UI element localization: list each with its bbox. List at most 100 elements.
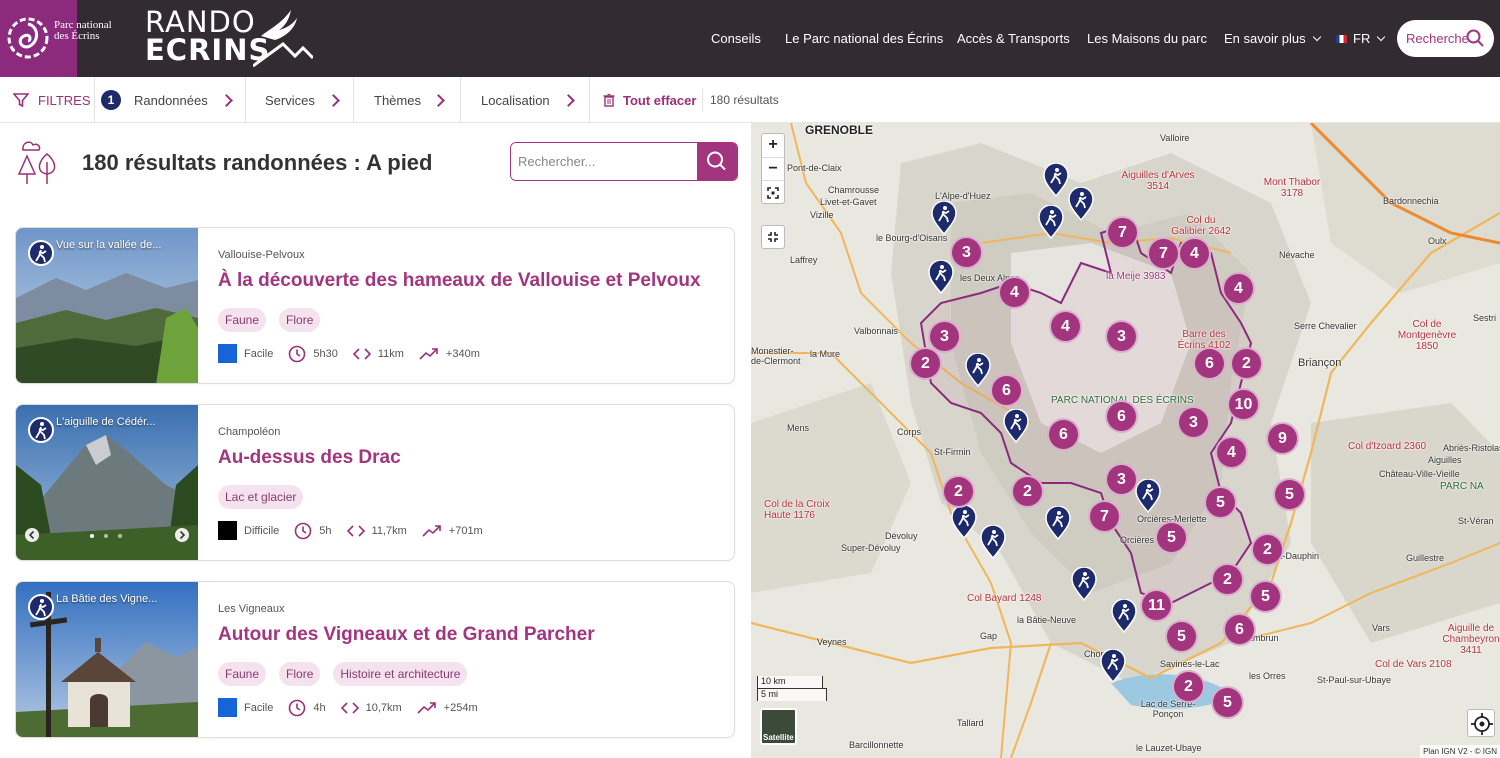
chevron-right-icon [562,93,575,107]
map-cluster-marker[interactable]: 6 [990,374,1023,407]
hiker-pin-icon[interactable] [1037,205,1065,239]
duration-label: 5h30 [313,347,338,360]
map-cluster-marker[interactable]: 4 [1222,272,1255,305]
hiker-pin-icon[interactable] [1070,567,1098,601]
map-cluster-marker[interactable]: 3 [1105,463,1138,496]
map-cluster-marker[interactable]: 9 [1266,422,1299,455]
map-cluster-marker[interactable]: 7 [1106,216,1139,249]
rando-ecrins-logo[interactable]: RANDO ECRINS [145,5,313,68]
fullscreen-button[interactable] [761,225,785,249]
trek-title[interactable]: Au-dessus des Drac [218,447,401,469]
elevation-icon [419,347,438,360]
map-cluster-marker[interactable]: 7 [1088,500,1121,533]
hiker-pin-icon[interactable] [1099,649,1127,683]
map-cluster-marker[interactable]: 2 [1211,563,1244,596]
satellite-toggle[interactable]: Satellite [760,708,797,745]
elevation-label: +340m [445,347,480,360]
trek-title[interactable]: À la découverte des hameaux de Vallouise… [218,270,701,292]
fit-bounds-button[interactable] [762,181,784,205]
map-cluster-marker[interactable]: 6 [1193,347,1226,380]
results-search-input[interactable] [511,143,699,180]
trek-location: Champoléon [218,426,281,438]
carousel-prev-button[interactable] [25,528,39,542]
carousel-next-button[interactable] [175,528,189,542]
map-place-label: Tallard [957,718,984,728]
results-search-button[interactable] [697,143,737,180]
filter-themes[interactable]: Thèmes [374,77,454,123]
trek-card[interactable]: Vue sur la vallée de... Vallouise-Pelvou… [15,227,735,384]
map-cluster-marker[interactable]: 10 [1227,388,1260,421]
locate-me-button[interactable] [1467,709,1495,737]
tag: Faune [218,662,267,686]
map-view[interactable]: GRENOBLE Pont-de-Claix Chamrousse Livet-… [751,123,1500,758]
map-place-label: Névache [1279,250,1315,260]
map-cluster-marker[interactable]: 5 [1155,521,1188,554]
trash-icon [603,93,615,107]
map-cluster-marker[interactable]: 3 [1105,320,1138,353]
filters-toggle[interactable]: FILTRES [13,77,91,123]
map-cluster-marker[interactable]: 3 [950,236,983,269]
hiker-pin-icon[interactable] [979,525,1007,559]
hiker-pin-icon[interactable] [927,260,955,294]
map-cluster-marker[interactable]: 6 [1223,613,1256,646]
hiker-pin-icon[interactable] [1002,409,1030,443]
map-cluster-marker[interactable]: 5 [1249,580,1282,613]
map-cluster-marker[interactable]: 3 [1177,406,1210,439]
trek-meta: Difficile 5h 11,7km +701m [218,521,483,540]
filter-services[interactable]: Services [265,77,345,123]
brand-line1: RANDO [145,5,256,39]
nav-conseils[interactable]: Conseils [711,31,761,46]
filter-count-badge: 1 [101,90,121,110]
header-search-button[interactable]: Recherche [1397,20,1494,57]
zoom-in-button[interactable]: + [762,134,784,158]
filter-services-label: Services [265,92,315,108]
nav-en-savoir-plus[interactable]: En savoir plus [1224,31,1321,46]
filter-icon [13,93,29,108]
trek-card[interactable]: La Bâtie des Vigne... Les Vigneaux Autou… [15,581,735,738]
map-cluster-marker[interactable]: 2 [909,347,942,380]
hiker-pin-icon[interactable] [950,505,978,539]
hiker-pin-icon[interactable] [1067,187,1095,221]
chevron-right-icon [179,530,186,540]
hiker-pin-icon[interactable] [964,353,992,387]
map-cluster-marker[interactable]: 5 [1273,478,1306,511]
map-cluster-marker[interactable]: 4 [998,276,1031,309]
filter-localisation[interactable]: Localisation [481,77,581,123]
clear-all-button[interactable]: Tout effacer [603,77,696,123]
nav-acces-transports[interactable]: Accès & Transports [957,31,1070,46]
map-cluster-marker[interactable]: 5 [1165,620,1198,653]
map-cluster-marker[interactable]: 2 [1172,670,1205,703]
map-cluster-marker[interactable]: 4 [1215,436,1248,469]
map-cluster-marker[interactable]: 2 [1251,533,1284,566]
map-place-label: Guillestre [1406,553,1445,563]
trek-title[interactable]: Autour des Vigneaux et de Grand Parcher [218,624,595,646]
clock-icon [289,345,306,362]
map-cluster-marker[interactable]: 6 [1047,418,1080,451]
hiker-pin-icon[interactable] [930,201,958,235]
language-selector[interactable]: FR [1336,31,1386,46]
nav-maisons-du-parc[interactable]: Les Maisons du parc [1087,31,1207,46]
zoom-out-button[interactable]: − [762,158,784,182]
filter-bar: FILTRES 1 Randonnées Services Thèmes Loc… [0,77,1500,123]
filter-randonnees[interactable]: 1 Randonnées [101,77,239,123]
hiker-pin-icon[interactable] [1042,163,1070,197]
map-cluster-marker[interactable]: 4 [1049,310,1082,343]
map-cluster-marker[interactable]: 2 [942,475,975,508]
map-cluster-marker[interactable]: 7 [1147,237,1180,270]
map-cluster-marker[interactable]: 5 [1211,686,1244,719]
scale-mi: 5 mi [757,688,827,701]
result-count: 180 résultats [710,93,779,107]
trek-card[interactable]: L'aiguille de Cédér... Champoléon Au-des… [15,404,735,561]
nav-parc-national[interactable]: Le Parc national des Écrins [785,31,943,46]
map-cluster-marker[interactable]: 11 [1140,589,1173,622]
map-cluster-marker[interactable]: 6 [1105,400,1138,433]
hiker-pin-icon[interactable] [1044,506,1072,540]
site-header: Parc national des Écrins RANDO ECRINS Co… [0,0,1500,77]
map-cluster-marker[interactable]: 2 [1230,347,1263,380]
hiker-pin-icon[interactable] [1134,479,1162,513]
map-cluster-marker[interactable]: 4 [1178,237,1211,270]
map-place-label: PARC NA [1440,481,1484,492]
hiker-pin-icon[interactable] [1110,599,1138,633]
map-cluster-marker[interactable]: 5 [1204,486,1237,519]
map-cluster-marker[interactable]: 2 [1011,475,1044,508]
